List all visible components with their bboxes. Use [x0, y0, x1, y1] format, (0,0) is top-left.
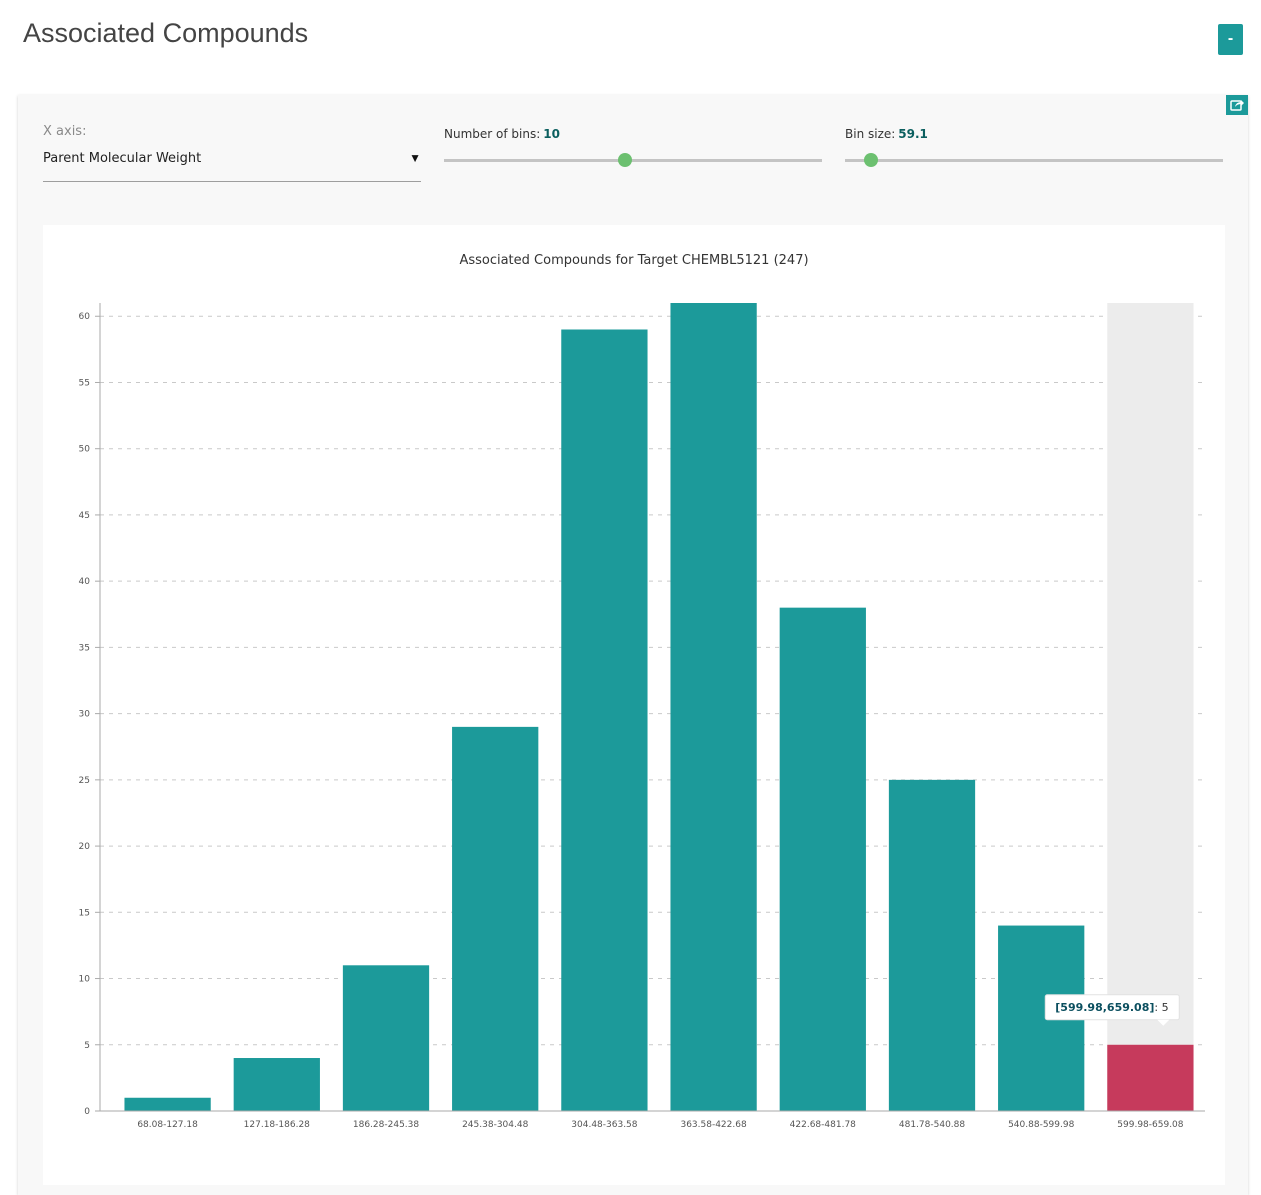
y-tick-label: 60: [79, 312, 91, 322]
collapse-button[interactable]: -: [1218, 24, 1243, 55]
bin-size-slider-group: Bin size: 59.1: [845, 125, 1223, 175]
bin-size-value: 59.1: [898, 127, 928, 141]
hover-band: [1107, 303, 1194, 1111]
chart-card: Associated Compounds for Target CHEMBL51…: [43, 225, 1225, 1185]
y-tick-label: 15: [79, 908, 90, 918]
x-tick-label: 363.58-422.68: [680, 1120, 747, 1130]
chart-title: Associated Compounds for Target CHEMBL51…: [459, 253, 808, 268]
bin-size-slider-track[interactable]: [845, 153, 1223, 167]
bar: [670, 303, 757, 1111]
bin-size-slider-thumb[interactable]: [864, 153, 879, 167]
chart-panel: X axis: Parent Molecular Weight ▼ Number…: [18, 95, 1248, 1195]
y-tick-label: 20: [79, 842, 91, 852]
histogram-chart: Associated Compounds for Target CHEMBL51…: [79, 253, 1205, 1130]
bins-slider-track[interactable]: [444, 153, 822, 167]
bins-slider-group: Number of bins: 10: [444, 125, 822, 175]
bins-value: 10: [543, 127, 560, 141]
y-tick-label: 30: [79, 710, 91, 720]
x-tick-label: 481.78-540.88: [899, 1120, 966, 1130]
bin-size-label: Bin size:: [845, 127, 896, 141]
y-tick-label: 55: [79, 378, 90, 388]
page-title: Associated Compounds: [23, 18, 309, 48]
bar: [452, 726, 539, 1111]
bar: [779, 607, 866, 1111]
y-tick-label: 5: [84, 1041, 90, 1051]
x-tick-label: 422.68-481.78: [790, 1120, 857, 1130]
y-tick-label: 10: [79, 975, 91, 985]
x-tick-label: 127.18-186.28: [244, 1120, 311, 1130]
x-tick-label: 245.38-304.48: [462, 1120, 529, 1130]
tooltip-key: [599.98,659.08]: [1055, 1001, 1154, 1014]
x-tick-label: 186.28-245.38: [353, 1120, 420, 1130]
y-tick-label: 25: [79, 776, 90, 786]
tooltip-separator: :: [1154, 1001, 1161, 1014]
x-axis-select[interactable]: Parent Molecular Weight ▼: [43, 145, 421, 182]
caret-down-icon: ▼: [409, 151, 421, 165]
y-tick-label: 40: [79, 577, 91, 587]
x-tick-label: 599.98-659.08: [1117, 1120, 1184, 1130]
bins-slider-thumb[interactable]: [618, 153, 633, 167]
y-tick-label: 35: [79, 643, 90, 653]
tooltip-text: [599.98,659.08]: 5: [1055, 1001, 1168, 1014]
bar: [124, 1097, 211, 1111]
y-tick-label: 0: [84, 1107, 90, 1117]
bar: [888, 779, 976, 1111]
bar: [1107, 1044, 1194, 1111]
bar: [233, 1058, 320, 1111]
bar: [561, 329, 648, 1111]
x-tick-label: 68.08-127.18: [137, 1120, 198, 1130]
bins-label: Number of bins:: [444, 127, 541, 141]
tooltip-value: 5: [1162, 1001, 1169, 1014]
x-axis-selected-value: Parent Molecular Weight: [43, 151, 202, 166]
bar: [342, 965, 430, 1111]
y-tick-label: 50: [79, 445, 91, 455]
x-axis-label: X axis:: [43, 124, 87, 139]
y-tick-label: 45: [79, 511, 90, 521]
x-tick-label: 540.88-599.98: [1008, 1120, 1075, 1130]
share-icon: [1230, 100, 1244, 111]
x-tick-label: 304.48-363.58: [571, 1120, 638, 1130]
share-button[interactable]: [1226, 95, 1248, 115]
